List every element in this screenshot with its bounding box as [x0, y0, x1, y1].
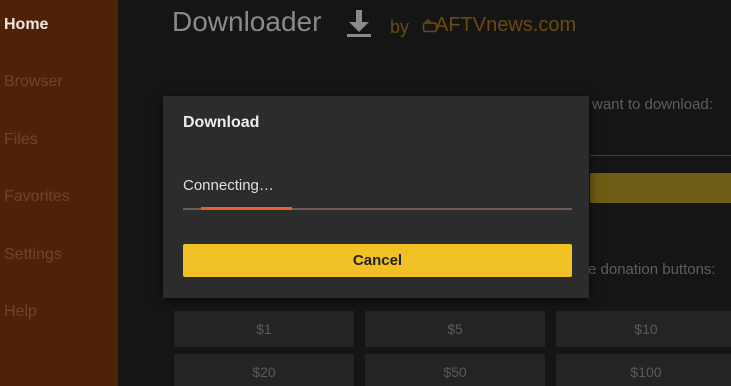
donate-button-20[interactable]: $20 [174, 354, 354, 386]
url-prompt-label: want to download: [592, 96, 713, 113]
download-arrow-icon [347, 10, 371, 37]
connection-status: Connecting… [183, 177, 274, 194]
download-dialog: Download Connecting… Cancel [163, 96, 589, 298]
brand-name: AFTVnews.com [435, 14, 577, 36]
url-input-underline[interactable] [590, 155, 731, 156]
sidebar-item-files[interactable]: Files [0, 120, 118, 160]
sidebar: Home Browser Files Favorites Settings He… [0, 0, 118, 386]
go-button[interactable] [590, 173, 731, 203]
progress-track [183, 207, 572, 210]
cancel-button[interactable]: Cancel [183, 244, 572, 277]
donate-button-5[interactable]: $5 [365, 311, 545, 347]
donate-button-100[interactable]: $100 [556, 354, 731, 386]
donate-button-50[interactable]: $50 [365, 354, 545, 386]
sidebar-item-help[interactable]: Help [0, 292, 118, 332]
dialog-title: Download [183, 114, 260, 131]
donation-prompt-label: e donation buttons: [588, 261, 716, 278]
sidebar-item-home[interactable]: Home [0, 5, 118, 45]
brand-by-text: by [390, 17, 410, 37]
progress-fill [201, 207, 292, 210]
sidebar-item-favorites[interactable]: Favorites [0, 177, 118, 217]
donate-button-1[interactable]: $1 [174, 311, 354, 347]
donate-button-10[interactable]: $10 [556, 311, 731, 347]
sidebar-item-browser[interactable]: Browser [0, 62, 118, 102]
sidebar-item-settings[interactable]: Settings [0, 235, 118, 275]
app-title: Downloader [172, 6, 322, 37]
